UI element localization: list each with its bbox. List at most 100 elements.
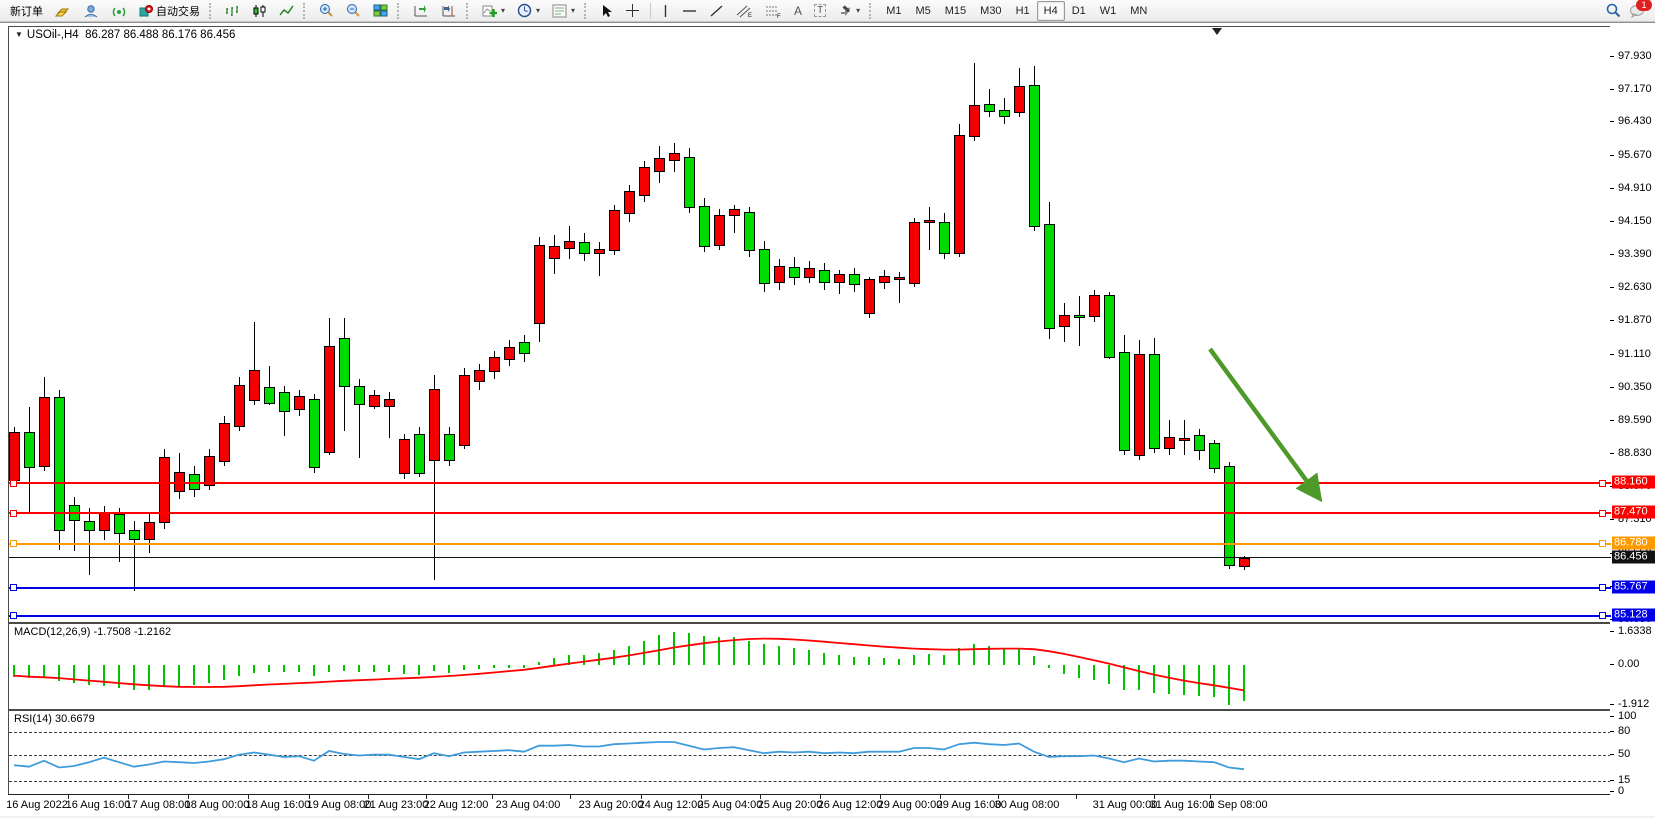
gold-bar-icon-svg xyxy=(55,4,71,18)
timeframe-m1[interactable]: M1 xyxy=(879,1,908,21)
price-line-label: 85.767 xyxy=(1612,580,1655,593)
headset-icon[interactable] xyxy=(77,0,105,22)
bar-chart-icon-svg xyxy=(225,4,240,18)
line-chart-icon[interactable] xyxy=(273,0,300,22)
auto-scroll-icon[interactable] xyxy=(407,0,435,22)
timeframe-m5[interactable]: M5 xyxy=(908,1,937,21)
crosshair-icon-svg xyxy=(625,3,640,18)
auto-scroll-icon-svg xyxy=(413,4,429,18)
chart-window: ▼USOil-,H4 86.287 86.488 86.176 86.456 M… xyxy=(0,22,1655,818)
price-tick-label: 96.430 xyxy=(1618,115,1652,127)
text-label-icon-glyph: T xyxy=(814,4,826,17)
notification-badge: 1 xyxy=(1636,0,1652,11)
rsi-tick-label: 15 xyxy=(1618,774,1630,786)
time-axis-label: 1 Sep 08:00 xyxy=(1208,799,1267,811)
rsi-name: RSI(14) xyxy=(14,713,52,725)
indicators-add-icon[interactable]: ▾ xyxy=(476,0,511,22)
toolbar-grip xyxy=(584,3,591,19)
arrows-icon[interactable]: ▾ xyxy=(832,0,866,22)
vertical-line-icon-svg xyxy=(661,4,670,18)
macd-signal-line xyxy=(9,624,1611,709)
toolbar-separator xyxy=(650,3,651,19)
price-line-label: 86.456 xyxy=(1612,550,1655,563)
toolbar-grip xyxy=(303,3,310,19)
price-tick-label: 91.870 xyxy=(1618,314,1652,326)
macd-tick-label: 0.00 xyxy=(1618,658,1639,670)
price-pane[interactable]: ▼USOil-,H4 86.287 86.488 86.176 86.456 xyxy=(8,26,1612,623)
line-chart-icon-svg xyxy=(279,4,294,18)
signal-icon[interactable] xyxy=(105,0,133,22)
time-axis-label: 16 Aug 16:00 xyxy=(66,799,131,811)
chart-ohlc-values: 86.287 86.488 86.176 86.456 xyxy=(85,29,235,41)
time-axis-label: 23 Aug 20:00 xyxy=(579,799,644,811)
text-label-icon[interactable]: T xyxy=(808,0,832,22)
time-axis[interactable]: 16 Aug 202216 Aug 16:0017 Aug 08:0018 Au… xyxy=(8,794,1610,817)
time-axis-label: 19 Aug 08:00 xyxy=(307,799,372,811)
text-icon[interactable]: A xyxy=(788,0,808,22)
gold-bar-icon[interactable] xyxy=(49,0,77,22)
dropdown-arrow: ▾ xyxy=(856,6,860,15)
trendline-icon[interactable] xyxy=(703,0,730,22)
price-tick-label: 93.390 xyxy=(1618,248,1652,260)
periods-clock-icon[interactable]: ▾ xyxy=(511,0,546,22)
zoom-in-icon[interactable] xyxy=(313,0,340,22)
rsi-pane[interactable]: RSI(14) 30.6679 xyxy=(8,710,1612,796)
time-axis-label: 18 Aug 16:00 xyxy=(246,799,311,811)
new-order-button[interactable]: 新订单 xyxy=(4,0,49,22)
zoom-out-icon[interactable] xyxy=(340,0,367,22)
timeframe-h4[interactable]: H4 xyxy=(1037,1,1065,21)
bar-chart-icon[interactable] xyxy=(219,0,246,22)
notifications-icon[interactable]: 1 xyxy=(1629,4,1645,18)
timeframe-m15[interactable]: M15 xyxy=(938,1,973,21)
time-axis-label: 25 Aug 04:00 xyxy=(698,799,763,811)
time-axis-label: 25 Aug 20:00 xyxy=(758,799,823,811)
headset-icon-svg xyxy=(83,4,99,18)
toolbar-right-tools: 1 xyxy=(1606,3,1651,18)
templates-icon[interactable]: ▾ xyxy=(546,0,581,22)
time-axis-label: 18 Aug 00:00 xyxy=(185,799,250,811)
timeframe-w1[interactable]: W1 xyxy=(1093,1,1124,21)
time-axis-label: 26 Aug 12:00 xyxy=(818,799,883,811)
vertical-line-icon[interactable] xyxy=(655,0,676,22)
time-axis-label: 31 Aug 16:00 xyxy=(1150,799,1215,811)
rsi-value: 30.6679 xyxy=(55,713,95,725)
time-axis-label: 31 Aug 00:00 xyxy=(1093,799,1158,811)
macd-pane[interactable]: MACD(12,26,9) -1.7508 -1.2162 xyxy=(8,623,1612,710)
time-axis-tick xyxy=(570,795,571,799)
periods-clock-icon-svg xyxy=(517,3,532,18)
search-icon[interactable] xyxy=(1606,3,1621,18)
channel-icon[interactable]: E xyxy=(730,0,759,22)
trend-arrow-annotation[interactable] xyxy=(9,27,1611,622)
price-tick-label: 92.630 xyxy=(1618,281,1652,293)
price-line-label: 86.780 xyxy=(1612,536,1655,549)
rsi-tick-label: 0 xyxy=(1618,785,1624,797)
macd-values: -1.7508 -1.2162 xyxy=(93,626,171,638)
chart-menu-icon[interactable]: ▼ xyxy=(15,30,23,39)
rsi-tick-label: 100 xyxy=(1618,710,1636,722)
price-scale-axis[interactable]: 88.16087.47086.78086.45685.76785.12897.9… xyxy=(1610,23,1655,818)
fibonacci-icon[interactable]: F xyxy=(759,0,788,22)
auto-trading-button[interactable]: 自动交易 xyxy=(133,0,206,22)
candlestick-icon[interactable] xyxy=(246,0,273,22)
signal-icon-svg xyxy=(111,4,127,18)
timeframe-d1[interactable]: D1 xyxy=(1065,1,1093,21)
time-axis-tick xyxy=(1076,795,1077,799)
timeframe-mn[interactable]: MN xyxy=(1123,1,1154,21)
trendline-icon-svg xyxy=(709,4,724,18)
horizontal-line-icon[interactable] xyxy=(676,0,703,22)
chart-shift-icon[interactable] xyxy=(435,0,463,22)
time-axis-label: 29 Aug 16:00 xyxy=(937,799,1002,811)
crosshair-icon[interactable] xyxy=(619,0,646,22)
autotrading-icon xyxy=(139,4,153,18)
rsi-tick-label: 80 xyxy=(1618,725,1630,737)
timeframe-h1[interactable]: H1 xyxy=(1009,1,1037,21)
cursor-icon[interactable] xyxy=(594,0,619,22)
tile-windows-icon[interactable] xyxy=(367,0,394,22)
rsi-line xyxy=(9,711,1611,795)
fibonacci-icon-svg: F xyxy=(765,4,782,18)
price-line-label: 87.470 xyxy=(1612,506,1655,519)
zoom-out-icon-svg xyxy=(346,3,361,18)
time-axis-label: 30 Aug 08:00 xyxy=(995,799,1060,811)
timeframe-m30[interactable]: M30 xyxy=(973,1,1008,21)
zoom-in-icon-svg xyxy=(319,3,334,18)
